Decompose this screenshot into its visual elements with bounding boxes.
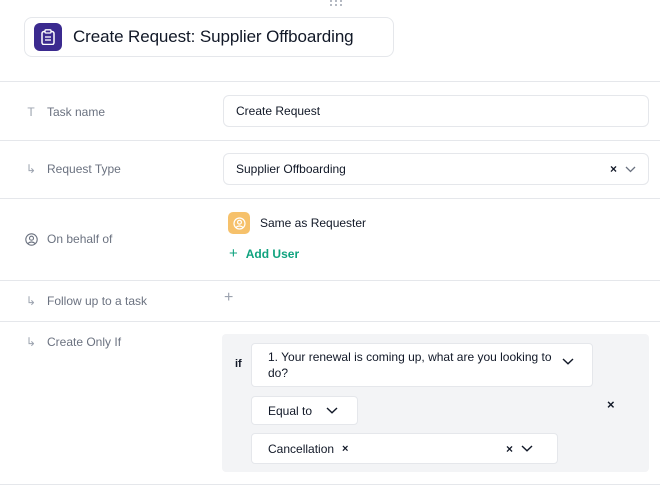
subdirectory-arrow-icon: ↳	[25, 294, 37, 308]
subdirectory-arrow-icon: ↳	[25, 335, 37, 349]
condition-value-select[interactable]: Cancellation × ×	[251, 433, 558, 464]
page-title: Create Request: Supplier Offboarding	[73, 27, 354, 46]
clipboard-icon	[34, 23, 62, 51]
create-only-if-label: ↳ Create Only If	[24, 335, 121, 349]
if-label: if	[235, 358, 242, 370]
requester-chip[interactable]: Same as Requester	[228, 212, 366, 234]
task-header: Create Request: Supplier Offboarding	[24, 17, 394, 57]
subdirectory-arrow-icon: ↳	[25, 162, 37, 176]
chevron-down-icon[interactable]	[521, 445, 533, 452]
condition-question-select[interactable]: 1. Your renewal is coming up, what are y…	[251, 343, 593, 387]
chevron-down-icon[interactable]	[625, 166, 636, 173]
task-name-label-text: Task name	[47, 105, 106, 119]
clear-icon[interactable]: ×	[506, 443, 513, 455]
follow-up-label: ↳ Follow up to a task	[24, 294, 147, 308]
drag-handle[interactable]	[330, 0, 342, 6]
request-type-select[interactable]: Supplier Offboarding ×	[223, 153, 649, 185]
remove-condition-icon[interactable]: ×	[607, 397, 615, 412]
request-type-label: ↳ Request Type	[24, 162, 121, 176]
chevron-down-icon[interactable]	[326, 407, 338, 414]
clear-icon[interactable]: ×	[610, 163, 617, 175]
chevron-down-icon[interactable]	[562, 358, 574, 365]
add-user-label: Add User	[245, 246, 300, 261]
condition-question-text: 1. Your renewal is coming up, what are y…	[268, 350, 552, 380]
add-user-button[interactable]: + Add User	[229, 246, 299, 261]
plus-icon: +	[229, 245, 238, 262]
follow-up-label-text: Follow up to a task	[47, 294, 148, 308]
text-icon: T	[27, 105, 35, 119]
condition-value-tag: Cancellation	[268, 441, 335, 456]
request-type-label-text: Request Type	[47, 162, 121, 176]
requester-name: Same as Requester	[260, 216, 367, 230]
task-name-input[interactable]: Create Request	[223, 95, 649, 127]
create-only-if-label-text: Create Only If	[47, 335, 122, 349]
user-circle-icon	[24, 232, 38, 246]
add-follow-up-plus-icon[interactable]: +	[224, 290, 233, 306]
on-behalf-of-label: On behalf of	[24, 232, 112, 246]
task-name-value: Create Request	[236, 104, 321, 118]
avatar	[228, 212, 250, 234]
on-behalf-of-label-text: On behalf of	[47, 232, 113, 246]
condition-operator-text: Equal to	[268, 403, 313, 418]
request-type-value: Supplier Offboarding	[236, 162, 346, 176]
condition-operator-select[interactable]: Equal to	[251, 396, 358, 425]
task-name-label: T Task name	[24, 105, 105, 119]
remove-tag-icon[interactable]: ×	[342, 443, 348, 455]
